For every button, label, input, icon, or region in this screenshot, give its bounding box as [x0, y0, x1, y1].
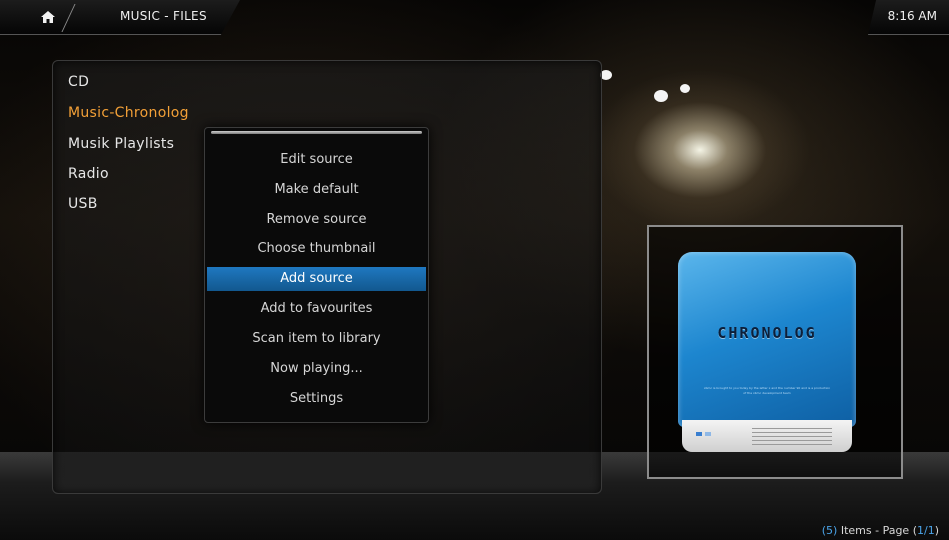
menu-item-scan-to-library[interactable]: Scan item to library — [207, 327, 426, 351]
menu-item-choose-thumbnail[interactable]: Choose thumbnail — [207, 237, 426, 261]
clock-bar: 8:16 AM — [868, 0, 949, 35]
breadcrumb: MUSIC - FILES — [120, 9, 207, 23]
source-item-radio[interactable]: Radio — [68, 166, 109, 182]
device-base — [682, 420, 852, 452]
context-menu: Edit source Make default Remove source C… — [204, 127, 429, 423]
menu-item-edit-source[interactable]: Edit source — [207, 148, 426, 172]
source-item-cd[interactable]: CD — [68, 74, 89, 90]
menu-item-settings[interactable]: Settings — [207, 387, 426, 411]
stage-light — [654, 90, 668, 102]
menu-item-add-source[interactable]: Add source — [207, 267, 426, 291]
footer-item-count: 5 — [826, 524, 834, 537]
device-vent-line — [752, 432, 832, 433]
menu-item-make-default[interactable]: Make default — [207, 178, 426, 202]
source-item-musik-playlists[interactable]: Musik Playlists — [68, 136, 174, 152]
source-item-usb[interactable]: USB — [68, 196, 98, 212]
menu-item-remove-source[interactable]: Remove source — [207, 208, 426, 232]
source-thumbnail-device: CHRONOLOG xbmc is brought to you today b… — [678, 252, 856, 458]
device-body: CHRONOLOG xbmc is brought to you today b… — [678, 252, 856, 427]
stage-light — [680, 84, 690, 93]
home-icon — [41, 11, 55, 23]
device-fine-print: xbmc is brought to you today by the lett… — [703, 386, 831, 395]
menu-item-add-to-favourites[interactable]: Add to favourites — [207, 297, 426, 321]
footer-page-close: ) — [934, 524, 939, 537]
footer-items-text: Items - Page — [837, 524, 913, 537]
device-led-indicator — [696, 432, 702, 436]
clock: 8:16 AM — [887, 9, 937, 23]
device-vent-line — [752, 436, 832, 437]
menu-item-now-playing[interactable]: Now playing... — [207, 357, 426, 381]
device-vent-line — [752, 444, 832, 445]
context-menu-header-line — [211, 131, 422, 134]
item-count-footer: (5) Items - Page (1/1) — [822, 524, 939, 537]
device-vent-line — [752, 428, 832, 429]
device-vent-line — [752, 440, 832, 441]
source-item-music-chronolog[interactable]: Music-Chronolog — [68, 105, 189, 121]
footer-page: 1/1 — [917, 524, 935, 537]
home-button[interactable] — [24, 2, 72, 32]
device-brand-label: CHRONOLOG — [717, 324, 817, 342]
device-led-indicator — [705, 432, 711, 436]
